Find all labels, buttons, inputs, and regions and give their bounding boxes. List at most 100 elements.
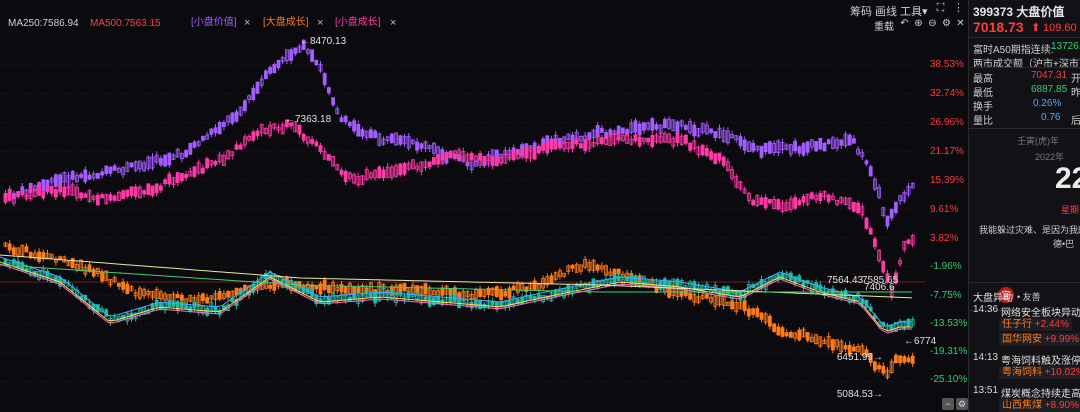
small-growth-candle: [301, 134, 306, 141]
small-growth-candle: [150, 185, 155, 196]
small-value-candle: [738, 136, 743, 147]
large-growth-candle: [877, 364, 881, 370]
tools-menu-button[interactable]: 工具▾: [900, 3, 928, 19]
chips-button[interactable]: 筹码: [850, 3, 872, 19]
small-value-candle: [805, 141, 810, 153]
news-stock[interactable]: 粤海饲料 +10.02%: [999, 366, 1080, 379]
percent-axis-label: 21.17%: [930, 146, 964, 157]
small-value-candle: [868, 166, 873, 177]
chart-area[interactable]: MA250:7586.94 MA500:7563.15 [小盘价值] × [大盘…: [0, 0, 968, 412]
small-growth-candle: [58, 185, 62, 193]
small-value-candle: [20, 186, 25, 192]
candlestick-chart[interactable]: ←8470.13←7363.187564.437585.657406.66451…: [0, 30, 968, 398]
more-icon[interactable]: ⋮: [952, 2, 965, 15]
annotation-low-b: 5084.53→: [837, 389, 883, 398]
legend-small-growth[interactable]: [小盘成长]: [332, 16, 384, 30]
small-value-candle: [763, 142, 768, 153]
small-growth-candle: [7, 189, 12, 201]
calendar-day: 22: [1055, 162, 1080, 195]
small-value-candle: [213, 127, 218, 134]
large-growth-candle: [843, 345, 848, 350]
small-value-candle: [79, 173, 83, 178]
news-title[interactable]: 煤炭概念持续走高: [1001, 385, 1080, 400]
volume-ratio-value: 0.76: [1041, 112, 1061, 123]
teal-series-candle: [188, 306, 193, 312]
small-value-candle: [801, 143, 806, 156]
small-growth-candle: [549, 140, 554, 150]
small-value-candle: [768, 141, 772, 154]
news-time: 14:36: [973, 304, 999, 315]
small-growth-candle: [709, 151, 713, 160]
large-growth-candle: [532, 280, 537, 290]
small-growth-candle: [154, 183, 159, 194]
small-value-candle: [894, 201, 898, 213]
divider: [969, 128, 1080, 129]
legend-small-value[interactable]: [小盘价值]: [188, 16, 240, 30]
draw-line-button[interactable]: 画线: [875, 3, 897, 19]
small-growth-candle: [238, 144, 243, 150]
zoom-in-icon[interactable]: ⊕: [913, 18, 924, 29]
small-growth-candle: [326, 154, 331, 161]
close-panel-icon[interactable]: ✕: [955, 18, 966, 29]
teal-series-candle: [499, 301, 504, 307]
news-title[interactable]: 网络安全板块异动拉: [1001, 304, 1080, 319]
large-growth-candle: [776, 326, 781, 336]
large-growth-candle: [511, 285, 516, 290]
gear-icon[interactable]: ⚙: [956, 398, 968, 410]
ma500-label: MA500:7563.15: [90, 18, 161, 29]
teal-series-candle: [448, 294, 453, 303]
small-growth-candle: [175, 172, 180, 183]
legend-large-growth-close-icon[interactable]: ×: [317, 16, 323, 30]
teal-series-candle: [184, 304, 189, 309]
small-value-candle: [289, 49, 294, 61]
divider: [969, 282, 1080, 283]
a50-futures-value: 13726.0: [1051, 41, 1080, 52]
fullscreen-icon[interactable]: ⛶: [934, 2, 947, 15]
large-growth-candle: [494, 286, 499, 298]
large-growth-candle: [747, 308, 751, 317]
small-growth-candle: [112, 195, 117, 201]
small-growth-candle: [801, 196, 806, 203]
news-stock[interactable]: 国华网安 +9.99%: [999, 333, 1080, 346]
small-growth-candle: [763, 197, 768, 209]
small-value-candle: [322, 73, 327, 85]
small-value-candle: [272, 64, 277, 74]
small-growth-candle: [297, 124, 302, 135]
small-value-candle: [188, 142, 193, 155]
news-time: 14:13: [973, 352, 999, 363]
back-icon[interactable]: ↶: [899, 18, 910, 29]
legend-small-value-close-icon[interactable]: ×: [244, 16, 250, 30]
small-growth-candle: [490, 156, 495, 167]
teal-series-candle: [616, 275, 621, 281]
small-value-candle: [797, 146, 802, 154]
large-growth-candle: [742, 300, 747, 312]
zoom-out-icon[interactable]: ⊖: [927, 18, 938, 29]
small-value-candle: [108, 166, 113, 174]
small-growth-candle: [545, 142, 550, 154]
news-stock[interactable]: 山西焦煤 +8.90%: [999, 399, 1080, 412]
small-growth-candle: [856, 202, 860, 214]
large-growth-candle: [268, 284, 273, 289]
divider: [969, 37, 1080, 38]
small-value-candle: [742, 139, 747, 151]
small-value-candle: [314, 59, 319, 66]
large-growth-candle: [28, 251, 33, 258]
large-growth-candle: [499, 289, 504, 300]
small-growth-candle: [600, 137, 604, 144]
legend-small-growth-close-icon[interactable]: ×: [390, 16, 396, 30]
news-title[interactable]: 粤海饲料触及涨停: [1001, 352, 1080, 367]
news-stock[interactable]: 任子行 +2.44%: [999, 318, 1072, 331]
large-growth-candle: [91, 268, 96, 277]
divider: [969, 67, 1080, 68]
low-value: 6887.85: [1031, 84, 1068, 95]
minus-icon[interactable]: −: [942, 398, 954, 410]
small-growth-candle: [37, 184, 41, 196]
small-value-candle: [221, 122, 226, 128]
legend-large-growth[interactable]: [大盘成长]: [260, 16, 312, 30]
small-value-candle: [398, 135, 403, 145]
settings-icon[interactable]: ⚙: [941, 18, 952, 29]
large-growth-candle: [906, 357, 911, 363]
small-growth-candle: [646, 137, 650, 143]
large-growth-candle: [457, 292, 462, 299]
small-value-candle: [709, 128, 713, 133]
